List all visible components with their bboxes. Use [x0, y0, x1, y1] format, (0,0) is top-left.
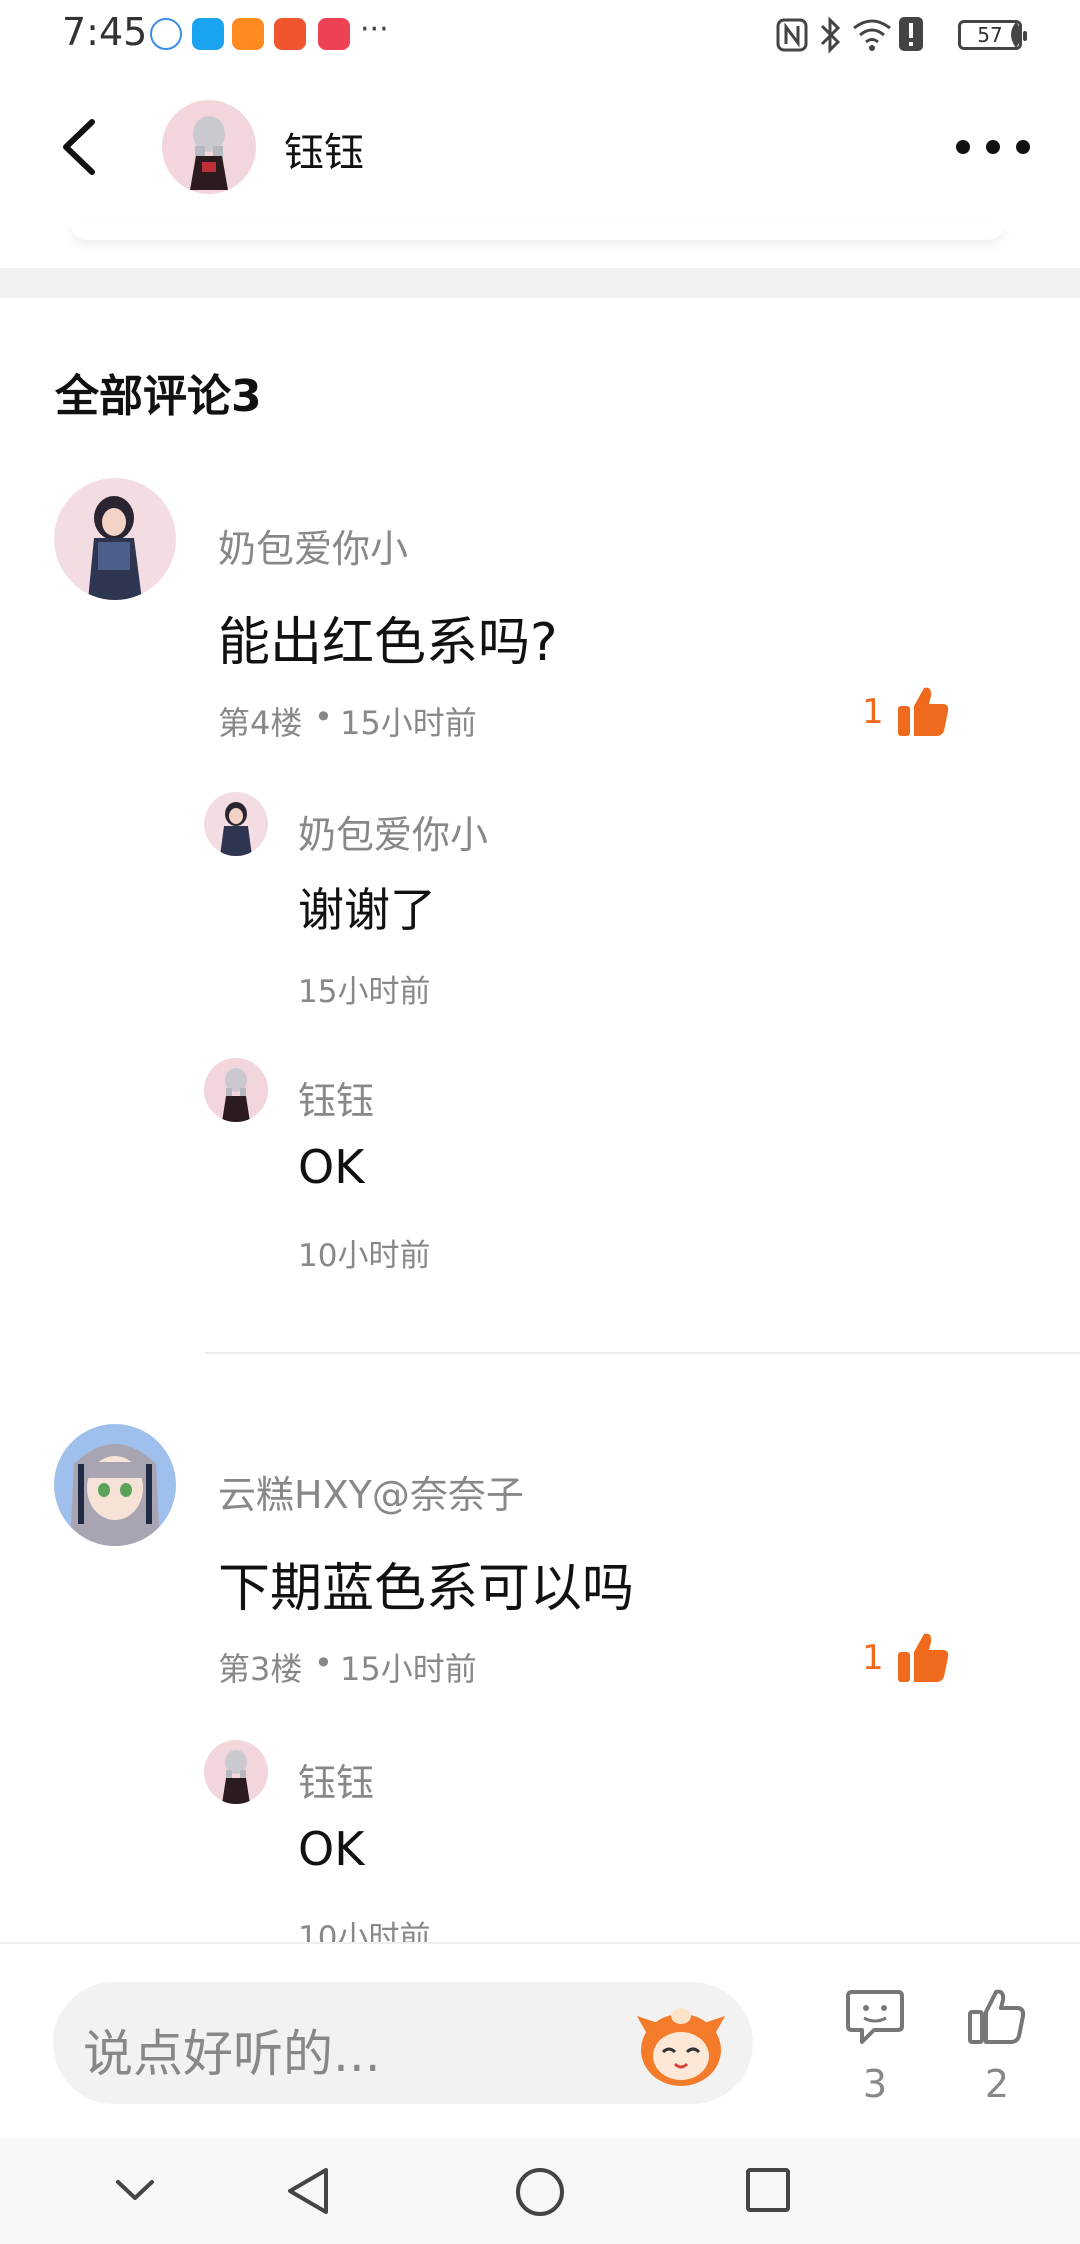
commenter-avatar[interactable] [54, 1424, 176, 1546]
commenter-name[interactable]: 云糕HXY@奈奈子 [218, 1464, 524, 1519]
social-app-icon [274, 18, 306, 50]
video-app-icon [232, 18, 264, 50]
comment-count: 3 [862, 2062, 888, 2106]
comment-bubble-icon[interactable] [844, 1986, 906, 2048]
comment-like-count: 1 [862, 1638, 884, 1678]
more-options-button[interactable] [956, 132, 1032, 162]
reply-text: OK [298, 1822, 365, 1876]
comment-input-placeholder: 说点好听的... [83, 2025, 381, 2083]
replier-avatar[interactable] [204, 1058, 268, 1122]
thumbs-up-icon[interactable] [966, 1986, 1028, 2048]
like-count: 2 [984, 2062, 1010, 2106]
page-header: 钰钰 [0, 72, 1080, 222]
back-button[interactable] [50, 112, 110, 182]
status-time: 7:45 [62, 10, 148, 54]
replier-name[interactable]: 钰钰 [298, 1070, 374, 1125]
search-app-icon [192, 18, 224, 50]
bluetooth-icon [820, 16, 841, 54]
reply-time: 10小时前 [298, 1238, 431, 1274]
thumbs-up-icon[interactable] [896, 1630, 950, 1684]
comment-divider [205, 1352, 1080, 1354]
nav-back-icon[interactable] [284, 2166, 334, 2216]
alert-icon [899, 17, 923, 51]
post-card-bottom-edge [70, 222, 1005, 240]
nav-recents-icon[interactable] [744, 2166, 792, 2214]
author-avatar[interactable] [162, 100, 256, 194]
reply-text: 谢谢了 [298, 883, 436, 937]
status-bar: 7:45 ··· 57 [0, 0, 1080, 72]
comment-floor: 第4楼 [218, 704, 303, 742]
commenter-avatar[interactable] [54, 478, 176, 600]
app-notification-icon [150, 18, 182, 50]
replier-name[interactable]: 奶包爱你小 [298, 804, 488, 859]
more-notifications-icon: ··· [360, 12, 389, 47]
comments-title: 全部评论3 [55, 371, 262, 422]
wifi-icon [853, 19, 891, 51]
comment-time: 15小时前 [340, 1650, 477, 1688]
nav-collapse-icon[interactable] [114, 2166, 156, 2216]
reader-app-icon [318, 18, 350, 50]
commenter-name[interactable]: 奶包爱你小 [218, 518, 408, 573]
comment-text: 能出红色系吗? [218, 613, 558, 673]
comment-floor: 第3楼 [218, 1650, 303, 1688]
replier-name[interactable]: 钰钰 [298, 1752, 374, 1807]
leaf-icon [1011, 22, 1021, 48]
reply-time: 15小时前 [298, 974, 431, 1010]
comment-like-count: 1 [862, 692, 884, 732]
nfc-icon [776, 18, 808, 52]
comment-time: 15小时前 [340, 704, 477, 742]
system-nav-bar [0, 2138, 1080, 2244]
mascot-emoji-icon[interactable] [633, 1996, 729, 2092]
comment-input-bar: 说点好听的... 3 2 [0, 1942, 1080, 2140]
thumbs-up-icon[interactable] [896, 684, 950, 738]
reply-text: OK [298, 1140, 365, 1194]
comment-text: 下期蓝色系可以吗 [218, 1559, 635, 1619]
nav-home-icon[interactable] [514, 2166, 566, 2218]
author-name: 钰钰 [284, 130, 364, 176]
section-separator [0, 268, 1080, 298]
replier-avatar[interactable] [204, 792, 268, 856]
replier-avatar[interactable] [204, 1740, 268, 1804]
comment-input[interactable]: 说点好听的... [53, 1982, 753, 2104]
meta-separator: • [314, 1644, 333, 1682]
meta-separator: • [314, 698, 333, 736]
